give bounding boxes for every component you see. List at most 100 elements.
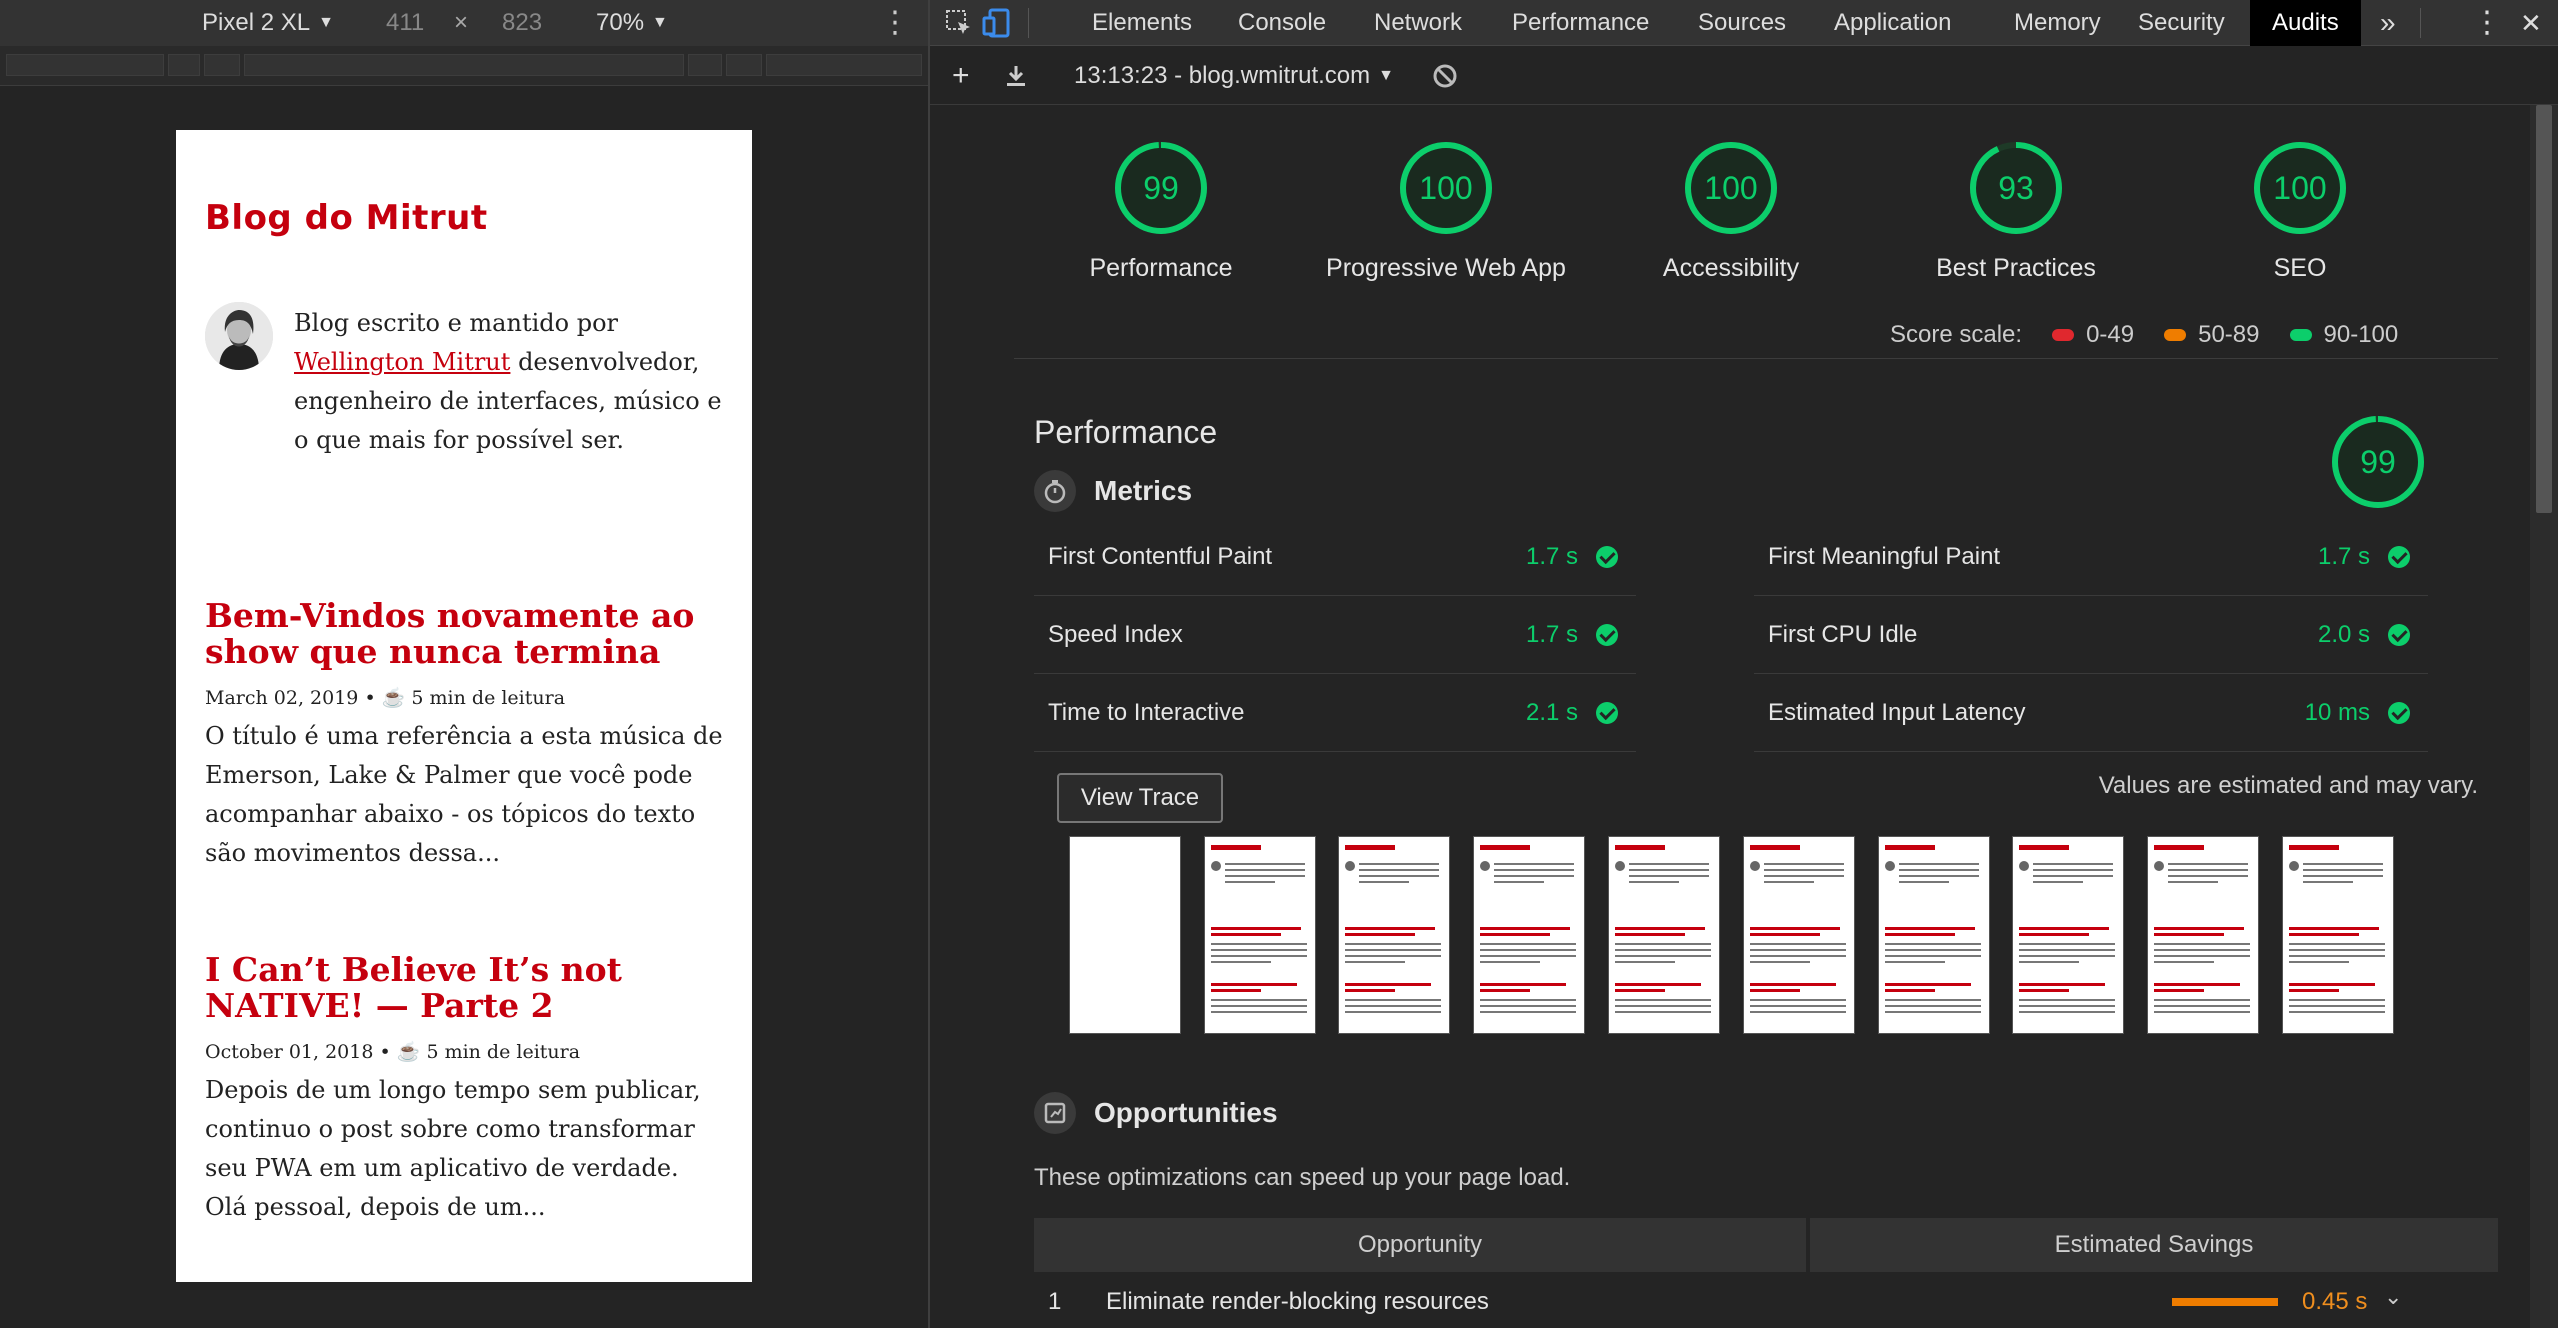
thumb-mark	[2154, 983, 2240, 986]
category-title: Performance	[1034, 414, 1218, 450]
device-select[interactable]: Pixel 2 XL ▼	[202, 0, 334, 46]
pass-check-icon	[1596, 702, 1618, 724]
chevron-down-icon[interactable]: ⌄	[2384, 1284, 2402, 1310]
filmstrip-frame	[1608, 836, 1720, 1034]
thumb-mark	[2019, 1005, 2115, 1007]
score-gauge: 100	[1683, 140, 1779, 236]
view-trace-button[interactable]: View Trace	[1057, 773, 1223, 823]
tab-application[interactable]: Application	[1832, 0, 1953, 46]
post-excerpt: O título é uma referência a esta música …	[205, 722, 723, 867]
tab-console[interactable]: Console	[1236, 0, 1328, 46]
thumb-mark	[1345, 933, 1415, 936]
metric-row: First CPU Idle 2.0 s	[1754, 596, 2428, 674]
thumb-mark	[2154, 949, 2250, 951]
tab-network[interactable]: Network	[1372, 0, 1464, 46]
post-meta: March 02, 2019 • ☕ 5 min de leitura	[205, 686, 725, 709]
gauge-accessibility[interactable]: 100 Accessibility	[1611, 140, 1851, 283]
thumb-mark	[1480, 955, 1576, 957]
media-query-segment[interactable]	[168, 54, 200, 76]
gauge-performance[interactable]: 99 Performance	[1041, 140, 1281, 283]
more-tabs-icon[interactable]: »	[2378, 0, 2398, 46]
media-query-segment[interactable]	[6, 54, 164, 76]
media-query-segment[interactable]	[244, 54, 684, 76]
thumb-mark	[2289, 983, 2375, 986]
tab-elements[interactable]: Elements	[1090, 0, 1194, 46]
thumb-mark	[1615, 955, 1711, 957]
thumb-mark	[1345, 927, 1435, 930]
inspect-element-icon[interactable]	[944, 8, 974, 38]
thumb-mark	[2154, 961, 2214, 963]
zoom-select[interactable]: 70% ▼	[596, 0, 668, 46]
gauge-seo[interactable]: 100 SEO	[2180, 140, 2420, 283]
thumb-mark	[1885, 927, 1975, 930]
thumb-mark	[2154, 943, 2250, 945]
thumb-mark	[2289, 955, 2385, 957]
metric-value: 1.7 s	[1525, 620, 1578, 648]
blog-title[interactable]: Blog do Mitrut	[205, 198, 488, 238]
media-query-segment[interactable]	[726, 54, 762, 76]
author-link[interactable]: Wellington Mitrut	[294, 348, 510, 376]
thumb-mark	[2289, 933, 2359, 936]
download-report-icon[interactable]	[1004, 47, 1028, 105]
width-input[interactable]: 411	[386, 0, 424, 46]
tab-security[interactable]: Security	[2136, 0, 2227, 46]
media-query-segment[interactable]	[204, 54, 240, 76]
pass-legend-icon	[2289, 329, 2312, 341]
thumb-mark	[2289, 961, 2349, 963]
media-query-bar[interactable]	[0, 46, 928, 86]
close-icon[interactable]: ✕	[2518, 0, 2544, 46]
table-row[interactable]: 1 Eliminate render-blocking resources 0.…	[1034, 1272, 2498, 1328]
thumb-mark	[1885, 1005, 1981, 1007]
media-query-segment[interactable]	[688, 54, 722, 76]
add-audit-icon[interactable]: +	[952, 47, 970, 105]
thumb-mark	[1480, 861, 1490, 871]
thumb-mark	[1750, 927, 1840, 930]
thumb-mark	[1885, 845, 1935, 850]
report-select[interactable]: 13:13:23 - blog.wmitrut.com ▼	[1074, 47, 1394, 105]
table-header: Opportunity Estimated Savings	[1034, 1218, 2498, 1272]
thumb-mark	[1211, 861, 1221, 871]
thumb-mark	[1345, 961, 1405, 963]
thumb-mark	[1885, 943, 1981, 945]
metric-value: 1.7 s	[2317, 542, 2370, 570]
thumb-mark	[1615, 933, 1685, 936]
scrollbar[interactable]	[2530, 105, 2558, 1328]
gauge-score: 100	[1704, 170, 1758, 206]
scrollbar-thumb[interactable]	[2536, 105, 2552, 513]
tab-sources[interactable]: Sources	[1696, 0, 1788, 46]
tab-audits[interactable]: Audits	[2250, 0, 2361, 46]
thumb-mark	[1211, 949, 1307, 951]
tab-memory[interactable]: Memory	[2012, 0, 2103, 46]
devtools-menu-icon[interactable]: ⋮	[2470, 0, 2504, 46]
post-title-link[interactable]: I Can’t Believe It’s not NATIVE! — Parte…	[205, 952, 725, 1024]
device-toolbar-toggle-icon[interactable]	[982, 8, 1012, 38]
post-title-link[interactable]: Bem-Vindos novamente ao show que nunca t…	[205, 598, 725, 670]
post-date: March 02, 2019	[205, 687, 359, 709]
thumb-mark	[1885, 861, 1895, 871]
thumb-mark	[2154, 1005, 2250, 1007]
gauge-best-practices[interactable]: 93 Best Practices	[1896, 140, 2136, 283]
thumb-mark	[1345, 983, 1431, 986]
filmstrip-frame	[1743, 836, 1855, 1034]
thumb-mark	[2019, 983, 2105, 986]
thumb-mark	[2154, 989, 2204, 992]
row-name: Eliminate render-blocking resources	[1106, 1288, 1489, 1315]
height-input[interactable]: 823	[502, 0, 542, 46]
gauge-pwa[interactable]: 100 Progressive Web App	[1326, 140, 1566, 283]
thumb-mark	[1494, 881, 1544, 883]
thumb-mark	[1885, 983, 1971, 986]
average-legend-icon	[2164, 329, 2187, 341]
tab-performance[interactable]: Performance	[1510, 0, 1651, 46]
more-options-icon[interactable]: ⋮	[880, 0, 910, 46]
thumb-mark	[2033, 881, 2083, 883]
thumb-mark	[1480, 949, 1576, 951]
media-query-segment[interactable]	[766, 54, 922, 76]
clear-icon[interactable]	[1432, 47, 1458, 105]
thumb-mark	[2168, 863, 2248, 865]
gauge-label: Best Practices	[1936, 254, 2096, 282]
device-name: Pixel 2 XL	[202, 9, 311, 36]
thumb-mark	[1899, 869, 1979, 871]
thumb-mark	[1615, 983, 1701, 986]
thumb-mark	[2289, 999, 2385, 1001]
thumb-mark	[1764, 863, 1844, 865]
